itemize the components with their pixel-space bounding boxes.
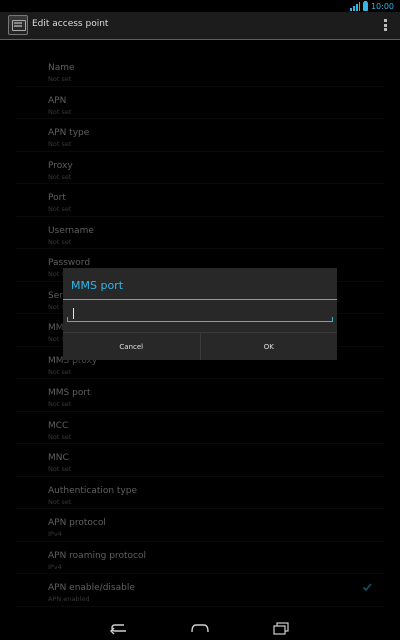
navigation-bar [0, 616, 400, 640]
status-bar: 10:00 [0, 0, 400, 12]
battery-icon [362, 0, 368, 11]
clock: 10:00 [370, 1, 394, 11]
apn-settings-icon[interactable] [8, 15, 28, 35]
status-icons: 10:00 [349, 0, 394, 12]
dialog-title-divider [63, 299, 337, 300]
recent-apps-icon[interactable] [271, 620, 291, 636]
mms-port-dialog: MMS port Cancel OK [63, 268, 337, 360]
page-title: Edit access point [32, 19, 109, 29]
text-caret [73, 308, 74, 319]
dialog-button-bar: Cancel OK [63, 332, 337, 360]
action-bar: Edit access point [0, 12, 400, 40]
dialog-title: MMS port [71, 279, 124, 292]
cancel-button[interactable]: Cancel [63, 333, 200, 360]
mms-port-input[interactable] [67, 306, 333, 322]
overflow-menu-icon[interactable] [384, 19, 388, 31]
back-icon[interactable] [109, 620, 129, 636]
home-icon[interactable] [190, 620, 210, 636]
ok-button[interactable]: OK [199, 333, 338, 360]
signal-icon [349, 1, 360, 11]
